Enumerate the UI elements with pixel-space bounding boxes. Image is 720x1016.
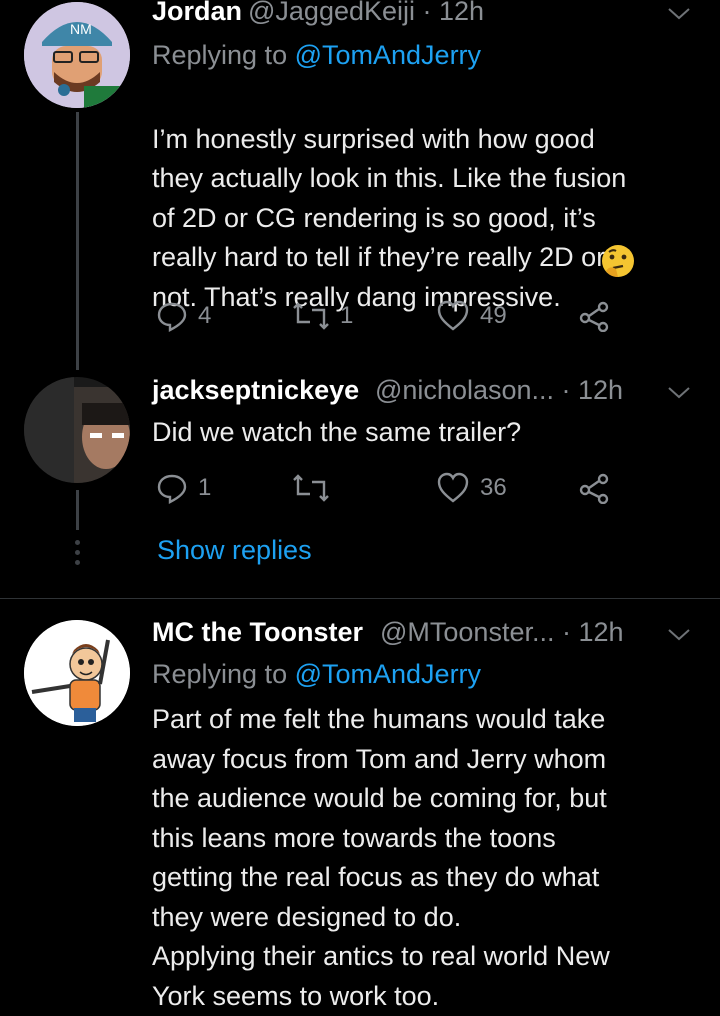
- tweet1-author-name[interactable]: Jordan: [152, 0, 242, 27]
- tweet1-text-content: I’m honestly surprised with how good the…: [152, 123, 627, 312]
- avatar-mc-the-toonster[interactable]: [24, 620, 130, 726]
- tweet-divider: [0, 598, 720, 599]
- share-icon: [579, 301, 609, 332]
- thread-line-2: [76, 490, 79, 530]
- replying-prefix: Replying to: [152, 659, 295, 689]
- tweet1-like-count: 49: [480, 302, 507, 329]
- thread-dot: [75, 540, 80, 545]
- replying-prefix: Replying to: [152, 40, 295, 70]
- share-icon: [579, 473, 609, 504]
- tweet1-more-chevron-icon[interactable]: [666, 6, 692, 27]
- tweet1-like-button[interactable]: 49: [436, 300, 507, 332]
- tweet2-share-button[interactable]: [578, 472, 610, 504]
- tweet1-share-button[interactable]: [578, 300, 610, 332]
- tweet1-retweet-button[interactable]: 1: [292, 300, 353, 332]
- tweet1-replying-to: Replying to @TomAndJerry: [152, 40, 481, 71]
- retweet-icon: [293, 474, 329, 502]
- svg-text:NM: NM: [70, 21, 92, 37]
- tweet1-reply-count: 4: [198, 302, 212, 329]
- show-replies-link[interactable]: Show replies: [157, 535, 312, 566]
- reply-icon: [157, 302, 187, 332]
- reply-icon: [157, 474, 187, 504]
- avatar-jordan[interactable]: NM: [24, 2, 130, 108]
- tweet3-author-handle[interactable]: @MToonster... · 12h: [380, 617, 624, 648]
- tweet3-more-chevron-icon[interactable]: [666, 627, 692, 648]
- retweet-icon: [293, 302, 329, 330]
- thread-dot: [75, 550, 80, 555]
- tweet2-text: Did we watch the same trailer?: [152, 417, 522, 447]
- tweet2-like-count: 36: [480, 474, 507, 501]
- tweet3-text: Part of me felt the humans would take aw…: [152, 704, 610, 1011]
- tweet1-retweet-count: 1: [340, 302, 354, 329]
- tweet2-reply-button[interactable]: 1: [156, 472, 211, 504]
- thinking-face-icon: [600, 243, 636, 279]
- tweet2-retweet-button[interactable]: [292, 472, 340, 504]
- tweet2-like-button[interactable]: 36: [436, 472, 507, 504]
- heart-icon: [437, 472, 469, 503]
- tweet1-text: I’m honestly surprised with how good the…: [152, 80, 712, 317]
- tweet2-author-handle[interactable]: @nicholason... · 12h: [375, 375, 623, 406]
- replying-to-link[interactable]: @TomAndJerry: [295, 40, 481, 70]
- tweet2-author-name[interactable]: jackseptnickeye: [152, 375, 359, 406]
- replying-to-link[interactable]: @TomAndJerry: [295, 659, 481, 689]
- tweet3-replying-to: Replying to @TomAndJerry: [152, 659, 481, 690]
- thread-line: [76, 112, 79, 370]
- tweet2-more-chevron-icon[interactable]: [666, 385, 692, 406]
- thread-dot: [75, 560, 80, 565]
- heart-icon: [437, 300, 469, 331]
- tweet1-author-handle[interactable]: @JaggedKeiji · 12h: [248, 0, 484, 27]
- tweet2-reply-count: 1: [198, 474, 212, 501]
- tweet3-author-name[interactable]: MC the Toonster: [152, 617, 363, 648]
- tweet1-reply-button[interactable]: 4: [156, 300, 211, 332]
- avatar-jackseptnickeye[interactable]: [24, 377, 130, 483]
